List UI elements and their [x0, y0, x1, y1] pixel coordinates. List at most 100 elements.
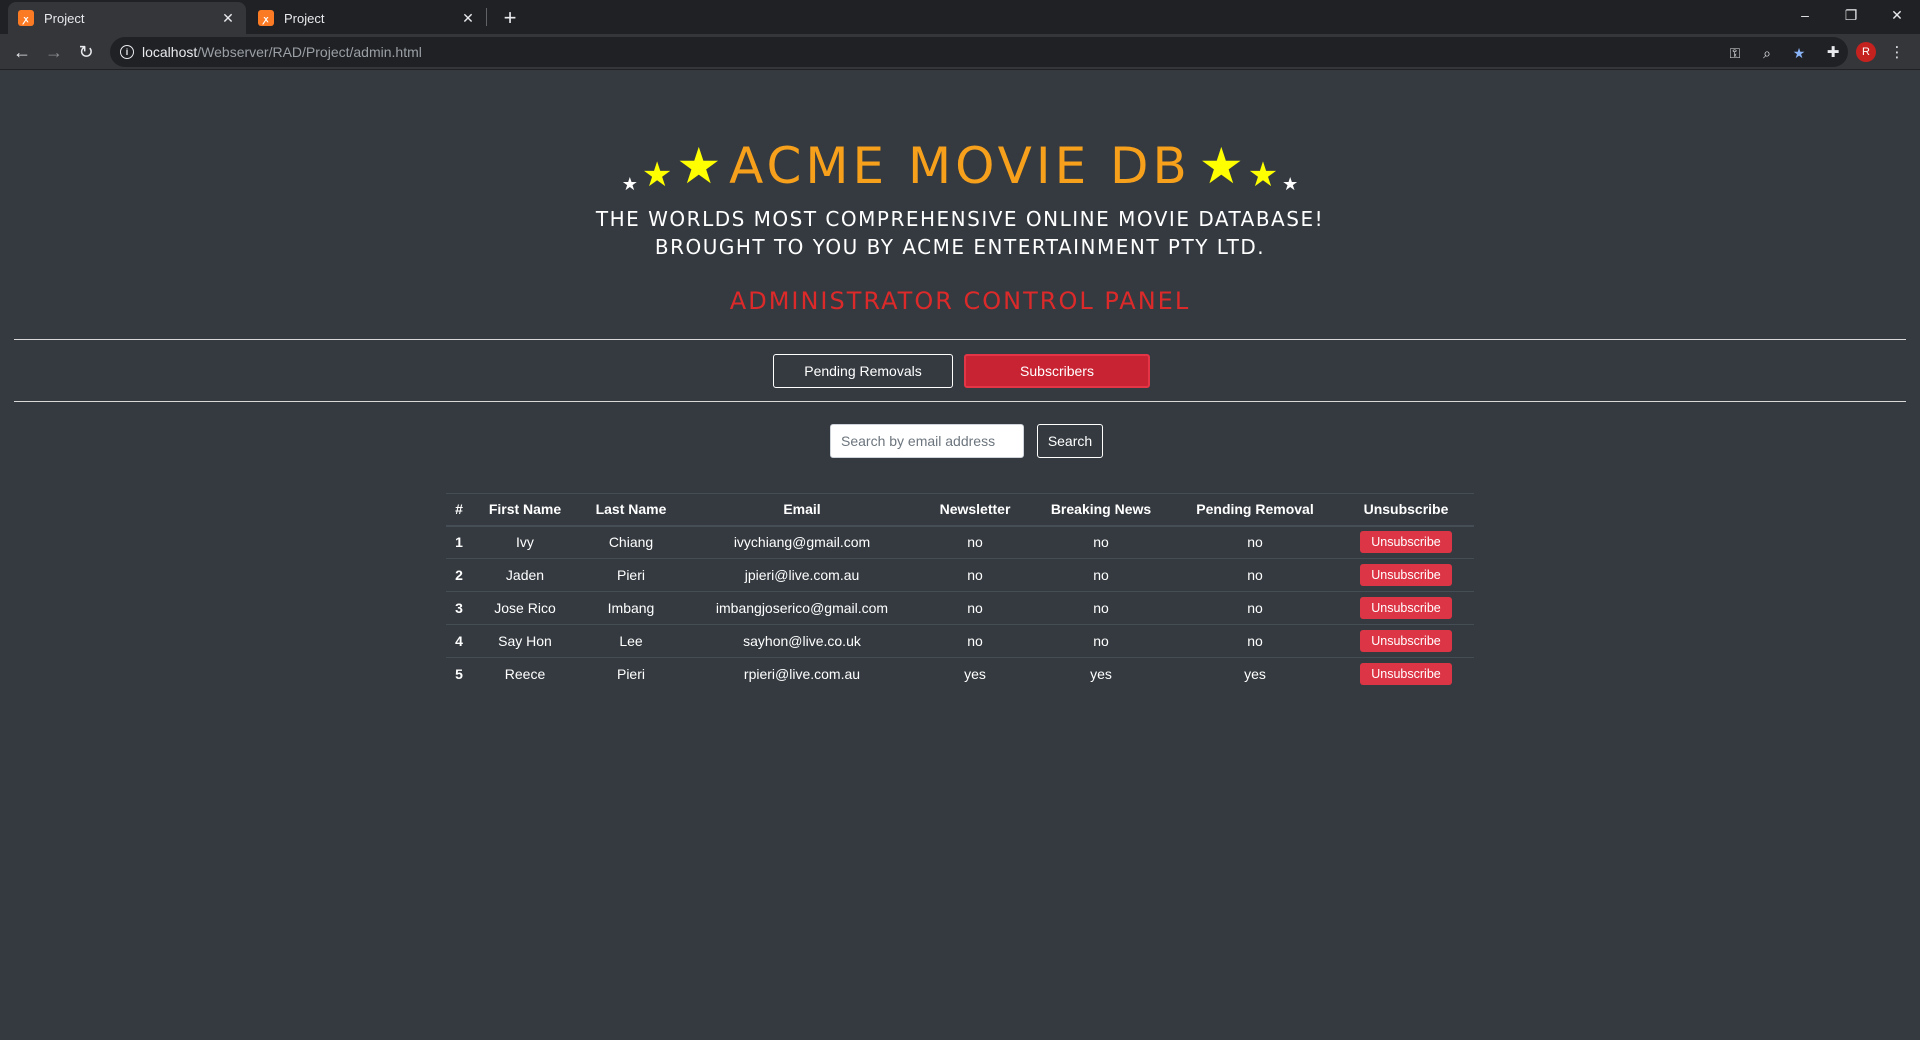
unsubscribe-button[interactable]: Unsubscribe — [1360, 597, 1452, 619]
unsubscribe-button[interactable]: Unsubscribe — [1360, 531, 1452, 554]
unsubscribe-button[interactable]: Unsubscribe — [1360, 564, 1452, 586]
back-arrow-icon[interactable]: ← — [8, 38, 36, 66]
pending-removal-cell: no — [1172, 591, 1338, 625]
table-row: 3 Jose Rico Imbang imbangjoserico@gmail.… — [446, 591, 1474, 625]
tab-pending-removals[interactable]: Pending Removals — [773, 354, 953, 388]
unsubscribe-cell: Unsubscribe — [1338, 591, 1474, 625]
profile-avatar[interactable]: R — [1855, 41, 1877, 63]
site-brand: ★ ★ ★ ACME MOVIE DB ★ ★ ★ — [0, 137, 1920, 195]
tagline-line-1: THE WORLDS MOST COMPREHENSIVE ONLINE MOV… — [595, 207, 1325, 231]
admin-page: ★ ★ ★ ACME MOVIE DB ★ ★ ★ THE WORLDS MOST CO… — [0, 71, 1920, 1040]
breaking-news-cell: yes — [1030, 657, 1172, 691]
table-row: 2 Jaden Pieri jpieri@live.com.au no no n… — [446, 558, 1474, 592]
row-number: 1 — [446, 525, 472, 559]
col-header-first-name: First Name — [472, 493, 578, 527]
row-number: 2 — [446, 558, 472, 592]
browser-toolbar: ← → ↻ i localhost/Webserver/RAD/Project/… — [0, 34, 1920, 70]
unsubscribe-button[interactable]: Unsubscribe — [1360, 630, 1452, 652]
email-cell: jpieri@live.com.au — [684, 558, 920, 592]
left-stars-icon: ★ ★ ★ — [621, 138, 722, 194]
last-name-cell: Lee — [578, 624, 684, 658]
col-header-unsubscribe: Unsubscribe — [1338, 493, 1474, 527]
close-window-icon[interactable]: ✕ — [1874, 0, 1920, 30]
browser-tabstrip: ꭗ Project ✕ ꭗ Project ✕ + – ❐ ✕ — [0, 0, 1920, 34]
last-name-cell: Chiang — [578, 525, 684, 559]
table-row: 1 Ivy Chiang ivychiang@gmail.com no no n… — [446, 525, 1474, 559]
close-tab-icon[interactable]: ✕ — [220, 10, 236, 27]
col-header-pending-removal: Pending Removal — [1172, 493, 1338, 527]
tab-subscribers[interactable]: Subscribers — [964, 354, 1150, 388]
search-button[interactable]: Search — [1037, 424, 1103, 458]
unsubscribe-cell: Unsubscribe — [1338, 525, 1474, 559]
col-header-breaking-news: Breaking News — [1030, 493, 1172, 527]
email-cell: rpieri@live.com.au — [684, 657, 920, 691]
row-number: 5 — [446, 657, 472, 691]
newsletter-cell: no — [920, 624, 1030, 658]
first-name-cell: Say Hon — [472, 624, 578, 658]
newsletter-cell: no — [920, 591, 1030, 625]
tab-separator — [486, 8, 487, 26]
close-tab-icon[interactable]: ✕ — [460, 10, 476, 27]
reload-icon[interactable]: ↻ — [72, 38, 100, 66]
col-header-email: Email — [684, 493, 920, 527]
divider-bottom — [14, 401, 1906, 402]
email-cell: sayhon@live.co.uk — [684, 624, 920, 658]
last-name-cell: Imbang — [578, 591, 684, 625]
unsubscribe-button[interactable]: Unsubscribe — [1360, 663, 1452, 686]
pending-removal-cell: no — [1172, 624, 1338, 658]
tab-title: Project — [44, 10, 85, 26]
extensions-puzzle-icon[interactable]: ✚ — [1822, 41, 1844, 63]
url-path: /Webserver/RAD/Project/admin.html — [197, 44, 422, 60]
key-icon[interactable]: ⚿ — [1726, 44, 1744, 62]
panel-title: ADMINISTRATOR CONTROL PANEL — [729, 287, 1191, 315]
col-header-newsletter: Newsletter — [920, 493, 1030, 527]
col-header-last-name: Last Name — [578, 493, 684, 527]
browser-tab-1[interactable]: ꭗ Project ✕ — [8, 2, 246, 34]
address-bar[interactable]: i localhost/Webserver/RAD/Project/admin.… — [110, 37, 1848, 67]
browser-tab-2[interactable]: ꭗ Project ✕ — [248, 2, 486, 34]
row-number: 4 — [446, 624, 472, 658]
newsletter-cell: yes — [920, 657, 1030, 691]
search-email-input[interactable] — [830, 424, 1024, 458]
right-stars-icon: ★ ★ ★ — [1198, 138, 1299, 194]
unsubscribe-cell: Unsubscribe — [1338, 558, 1474, 592]
breaking-news-cell: no — [1030, 525, 1172, 559]
breaking-news-cell: no — [1030, 558, 1172, 592]
unsubscribe-cell: Unsubscribe — [1338, 657, 1474, 691]
first-name-cell: Jaden — [472, 558, 578, 592]
minimize-window-icon[interactable]: – — [1782, 0, 1828, 30]
forward-arrow-icon[interactable]: → — [40, 38, 68, 66]
first-name-cell: Reece — [472, 657, 578, 691]
zoom-icon[interactable]: ⌕ — [1758, 44, 1776, 62]
first-name-cell: Ivy — [472, 525, 578, 559]
table-row: 4 Say Hon Lee sayhon@live.co.uk no no no… — [446, 624, 1474, 658]
menu-kebab-icon[interactable]: ⋮ — [1886, 41, 1908, 63]
newsletter-cell: no — [920, 525, 1030, 559]
table-header-row: # First Name Last Name Email Newsletter … — [446, 493, 1474, 527]
bookmark-star-icon[interactable]: ★ — [1790, 44, 1808, 62]
last-name-cell: Pieri — [578, 657, 684, 691]
xampp-favicon-icon: ꭗ — [18, 10, 34, 26]
col-header-number: # — [446, 493, 472, 527]
pending-removal-cell: no — [1172, 525, 1338, 559]
breaking-news-cell: no — [1030, 591, 1172, 625]
pending-removal-cell: no — [1172, 558, 1338, 592]
email-cell: ivychiang@gmail.com — [684, 525, 920, 559]
newsletter-cell: no — [920, 558, 1030, 592]
site-info-icon[interactable]: i — [120, 45, 134, 59]
avatar: R — [1856, 42, 1876, 62]
table-row: 5 Reece Pieri rpieri@live.com.au yes yes… — [446, 657, 1474, 691]
tab-title: Project — [284, 10, 325, 26]
breaking-news-cell: no — [1030, 624, 1172, 658]
site-title: ACME MOVIE DB — [729, 137, 1191, 195]
xampp-favicon-icon: ꭗ — [258, 10, 274, 26]
pending-removal-cell: yes — [1172, 657, 1338, 691]
email-cell: imbangjoserico@gmail.com — [684, 591, 920, 625]
last-name-cell: Pieri — [578, 558, 684, 592]
divider-top — [14, 339, 1906, 340]
unsubscribe-cell: Unsubscribe — [1338, 624, 1474, 658]
restore-window-icon[interactable]: ❐ — [1828, 0, 1874, 30]
new-tab-plus-icon[interactable]: + — [496, 4, 524, 32]
row-number: 3 — [446, 591, 472, 625]
url-host: localhost — [142, 44, 198, 60]
